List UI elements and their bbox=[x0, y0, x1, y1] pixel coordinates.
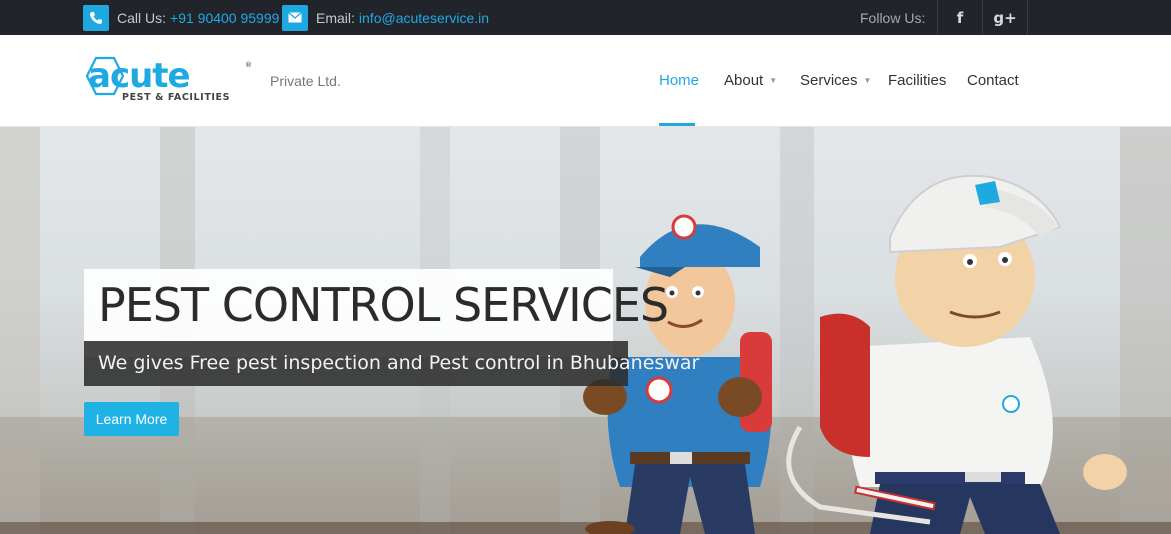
nav-services-label: Services bbox=[800, 72, 858, 89]
facebook-icon[interactable]: f bbox=[937, 0, 982, 35]
chevron-down-icon: ▼ bbox=[863, 76, 872, 85]
phone-number-link[interactable]: +91 90400 95999 bbox=[170, 10, 279, 26]
call-us: Call Us: +91 90400 95999 bbox=[83, 0, 279, 35]
hero-slider: PEST CONTROL SERVICES We gives Free pest… bbox=[0, 127, 1171, 534]
svg-text:®: ® bbox=[245, 61, 252, 69]
company-tagline: Private Ltd. bbox=[270, 73, 341, 89]
nav-about[interactable]: About ▼ bbox=[724, 72, 777, 89]
nav-about-label: About bbox=[724, 72, 764, 89]
learn-more-button[interactable]: Learn More bbox=[84, 402, 179, 436]
email-link[interactable]: info@acuteservice.in bbox=[359, 10, 489, 26]
google-plus-icon[interactable]: g+ bbox=[982, 0, 1028, 35]
nav-services[interactable]: Services ▼ bbox=[800, 72, 871, 89]
phone-icon bbox=[83, 4, 109, 31]
chevron-down-icon: ▼ bbox=[769, 76, 778, 85]
hero-subtitle: We gives Free pest inspection and Pest c… bbox=[98, 352, 700, 374]
top-bar: Call Us: +91 90400 95999 Email: info@acu… bbox=[0, 0, 1171, 35]
acute-logo[interactable]: acute ® PEST & FACILITIES bbox=[82, 55, 252, 105]
site-header: acute ® PEST & FACILITIES Private Ltd. H… bbox=[0, 35, 1171, 127]
follow-us-label: Follow Us: bbox=[860, 9, 926, 26]
nav-facilities[interactable]: Facilities bbox=[888, 72, 946, 89]
email-contact: Email: info@acuteservice.in bbox=[282, 0, 489, 35]
nav-contact[interactable]: Contact bbox=[967, 72, 1019, 89]
call-us-label: Call Us: bbox=[117, 9, 167, 26]
svg-text:PEST & FACILITIES: PEST & FACILITIES bbox=[122, 92, 230, 103]
nav-home-label: Home bbox=[659, 72, 700, 89]
nav-contact-label: Contact bbox=[967, 72, 1019, 89]
hero-title: PEST CONTROL SERVICES bbox=[98, 278, 669, 332]
svg-text:acute: acute bbox=[88, 56, 190, 96]
envelope-icon bbox=[282, 4, 308, 31]
email-label: Email: bbox=[316, 9, 355, 26]
nav-facilities-label: Facilities bbox=[888, 72, 947, 89]
nav-home[interactable]: Home bbox=[659, 72, 699, 89]
active-nav-indicator bbox=[659, 123, 695, 126]
